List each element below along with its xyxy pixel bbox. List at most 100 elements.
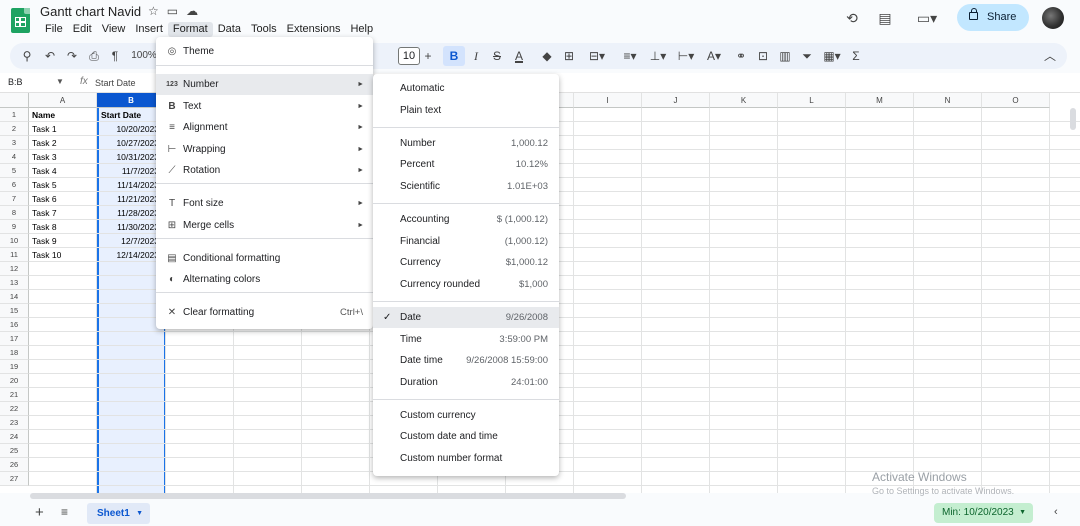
number-format-custom-date-and-time[interactable]: Custom date and time (373, 426, 559, 447)
row-header[interactable]: 5 (0, 164, 29, 178)
format-menu-item-theme[interactable]: ◎ Theme (156, 41, 373, 62)
header-cell-start-date[interactable]: Start Date (101, 108, 161, 122)
cell-start-date[interactable]: 11/28/2023 (99, 206, 159, 220)
chevron-down-icon[interactable]: ▼ (56, 77, 64, 86)
functions-button[interactable]: Σ (848, 47, 864, 65)
row-header[interactable]: 10 (0, 234, 29, 248)
format-menu-item-clear-formatting[interactable]: ✕ Clear formatting Ctrl+\ (156, 302, 373, 323)
row-header[interactable]: 27 (0, 472, 29, 486)
chevron-left-icon[interactable]: ‹ (1054, 506, 1058, 518)
row-header[interactable]: 21 (0, 388, 29, 402)
select-all-corner[interactable] (0, 93, 29, 108)
row-header[interactable]: 22 (0, 402, 29, 416)
format-menu-item-text[interactable]: B Text ► (156, 96, 373, 117)
zoom-select[interactable]: 100% (129, 47, 159, 65)
row-header[interactable]: 12 (0, 262, 29, 276)
history-icon[interactable]: ⟲ (843, 9, 861, 27)
print-icon[interactable]: ⎙ (87, 47, 101, 65)
row-header[interactable]: 24 (0, 430, 29, 444)
number-format-custom-number-format[interactable]: Custom number format (373, 448, 559, 469)
row-header[interactable]: 13 (0, 276, 29, 290)
row-header[interactable]: 26 (0, 458, 29, 472)
cell-start-date[interactable]: 12/14/2023 (99, 248, 159, 262)
menu-extensions[interactable]: Extensions (282, 22, 346, 37)
cell-start-date[interactable]: 10/31/2023 (99, 150, 159, 164)
summary-stat-chip[interactable]: Min: 10/20/2023 ▼ (934, 503, 1033, 523)
row-header[interactable]: 18 (0, 346, 29, 360)
row-header[interactable]: 23 (0, 416, 29, 430)
format-menu-item-merge-cells[interactable]: ⊞ Merge cells ► (156, 215, 373, 236)
row-header[interactable]: 1 (0, 108, 29, 122)
number-format-number[interactable]: Number 1,000.12 (373, 133, 559, 154)
format-menu-item-alternating-colors[interactable]: ◐ Alternating colors (156, 269, 373, 290)
menu-file[interactable]: File (40, 22, 68, 37)
number-format-currency-rounded[interactable]: Currency rounded $1,000 (373, 274, 559, 295)
row-header[interactable]: 17 (0, 332, 29, 346)
cell-task-name[interactable]: Task 9 (32, 234, 94, 248)
column-header-o[interactable]: O (982, 93, 1050, 108)
undo-icon[interactable]: ↶ (43, 47, 57, 65)
cell-task-name[interactable]: Task 6 (32, 192, 94, 206)
comments-icon[interactable]: ▤ (876, 9, 894, 27)
format-menu-item-wrapping[interactable]: ⊢ Wrapping ► (156, 139, 373, 160)
menu-view[interactable]: View (97, 22, 131, 37)
vertical-scrollbar[interactable] (1070, 108, 1076, 130)
cell-start-date[interactable]: 11/21/2023 (99, 192, 159, 206)
add-sheet-button[interactable]: + (35, 504, 44, 521)
filter-icon[interactable]: ⏷ (799, 47, 815, 65)
number-format-scientific[interactable]: Scientific 1.01E+03 (373, 176, 559, 197)
cell-start-date[interactable]: 10/20/2023 (99, 122, 159, 136)
cell-start-date[interactable]: 11/30/2023 (99, 220, 159, 234)
number-format-plain-text[interactable]: Plain text (373, 100, 559, 121)
number-format-date-time[interactable]: Date time 9/26/2008 15:59:00 (373, 350, 559, 371)
number-format-currency[interactable]: Currency $1,000.12 (373, 252, 559, 273)
column-header-k[interactable]: K (710, 93, 778, 108)
meet-icon[interactable]: ▭▾ (914, 9, 940, 27)
sheet-tab-sheet1[interactable]: Sheet1 ▼ (87, 503, 150, 524)
cell-task-name[interactable]: Task 5 (32, 178, 94, 192)
number-format-percent[interactable]: Percent 10.12% (373, 154, 559, 175)
bold-button[interactable]: B (443, 46, 465, 66)
paint-format-icon[interactable]: ¶ (108, 47, 122, 65)
row-header[interactable]: 11 (0, 248, 29, 262)
link-icon[interactable]: ⚭ (733, 47, 749, 65)
star-icon[interactable]: ☆ (148, 4, 159, 18)
column-header-n[interactable]: N (914, 93, 982, 108)
format-menu-item-number[interactable]: 123 Number ► (156, 74, 373, 95)
row-header[interactable]: 14 (0, 290, 29, 304)
cell-task-name[interactable]: Task 7 (32, 206, 94, 220)
rotate-icon[interactable]: A▾ (702, 47, 726, 65)
number-format-time[interactable]: Time 3:59:00 PM (373, 329, 559, 350)
search-icon[interactable]: ⚲ (20, 47, 34, 65)
column-header-j[interactable]: J (642, 93, 710, 108)
sheets-logo-icon[interactable] (11, 8, 30, 33)
redo-icon[interactable]: ↷ (65, 47, 79, 65)
avatar[interactable] (1042, 7, 1064, 29)
column-header-i[interactable]: I (574, 93, 642, 108)
wrap-icon[interactable]: ⊢▾ (674, 47, 698, 65)
font-size-input[interactable]: 10 (398, 47, 420, 65)
number-format-date[interactable]: ✓ Date 9/26/2008 (373, 307, 559, 328)
cell-start-date[interactable]: 11/14/2023 (99, 178, 159, 192)
format-menu-item-rotation[interactable]: ⟋ Rotation ► (156, 160, 373, 181)
column-header-m[interactable]: M (846, 93, 914, 108)
row-header[interactable]: 16 (0, 318, 29, 332)
name-box[interactable]: B:B (8, 77, 23, 87)
cell-start-date[interactable]: 12/7/2023 (99, 234, 159, 248)
row-header[interactable]: 25 (0, 444, 29, 458)
views-icon[interactable]: ▦▾ (820, 47, 844, 65)
all-sheets-button[interactable]: ≡ (61, 505, 68, 519)
horizontal-scrollbar[interactable] (30, 493, 626, 499)
cell-task-name[interactable]: Task 2 (32, 136, 94, 150)
format-menu-item-font-size[interactable]: T Font size ► (156, 193, 373, 214)
borders-icon[interactable]: ⊞ (562, 47, 576, 65)
share-button[interactable]: Share (957, 4, 1029, 31)
cell-task-name[interactable]: Task 3 (32, 150, 94, 164)
menu-tools[interactable]: Tools (246, 22, 282, 37)
number-format-custom-currency[interactable]: Custom currency (373, 405, 559, 426)
chart-icon[interactable]: ▥ (777, 47, 793, 65)
row-header[interactable]: 15 (0, 304, 29, 318)
chevron-up-icon[interactable]: ︿ (1042, 47, 1058, 65)
row-header[interactable]: 9 (0, 220, 29, 234)
cell-start-date[interactable]: 10/27/2023 (99, 136, 159, 150)
